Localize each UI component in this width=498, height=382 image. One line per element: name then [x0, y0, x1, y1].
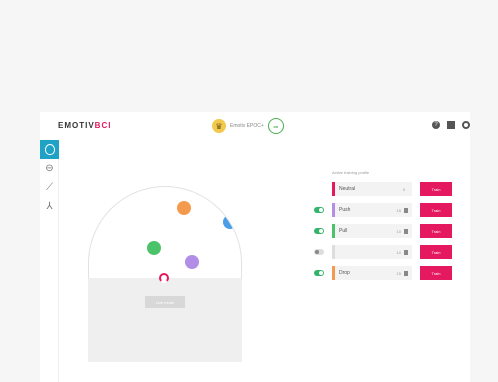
graph-icon: ⟋: [46, 182, 53, 193]
command-level: 15: [396, 207, 401, 213]
train-button[interactable]: Train: [420, 182, 452, 196]
lift-dot: [185, 255, 199, 269]
connection-status-text: on: [273, 123, 279, 129]
command-name: Neutral: [339, 186, 356, 192]
pull-dot: [223, 215, 237, 229]
top-bar: EMOTIVBCI ♛ Emotiv EPOC+ on ?: [40, 112, 470, 140]
sidebar-item-graph[interactable]: ⟋: [40, 178, 59, 197]
command-field[interactable]: Neutral 0: [332, 182, 412, 196]
command-name: Drop: [339, 270, 350, 276]
train-button[interactable]: Train: [420, 245, 452, 259]
push-dot: [177, 201, 191, 215]
logo-accent: BCI: [94, 121, 112, 130]
logo: EMOTIVBCI: [58, 121, 111, 130]
sidebar-item-brain[interactable]: [40, 140, 59, 159]
command-level: 0: [402, 186, 405, 192]
command-toggle: [314, 186, 324, 192]
command-toggle[interactable]: [314, 249, 324, 255]
command-field[interactable]: 10: [332, 245, 412, 259]
train-button[interactable]: Train: [420, 266, 452, 280]
brain-icon: [44, 144, 55, 155]
train-button[interactable]: Train: [420, 203, 452, 217]
center-marker: [159, 273, 169, 283]
command-name: Pull: [339, 228, 348, 234]
trash-icon[interactable]: [404, 228, 408, 234]
command-row: Push 15 Train: [314, 203, 464, 217]
command-toggle[interactable]: [314, 228, 324, 234]
flag-icon[interactable]: [447, 121, 455, 129]
command-row: Drop 15 Train: [314, 266, 464, 280]
command-level: 10: [396, 228, 401, 234]
sidebar-item-network[interactable]: ⅄: [40, 197, 59, 216]
command-field[interactable]: Drop 15: [332, 266, 412, 280]
command-field[interactable]: Pull 10: [332, 224, 412, 238]
drop-dot: [147, 241, 161, 255]
logo-text: EMOTIV: [58, 121, 95, 130]
sidebar-item-helmet[interactable]: ⊖: [40, 159, 59, 178]
help-icon[interactable]: ?: [432, 121, 440, 129]
command-row: Pull 10 Train: [314, 224, 464, 238]
command-toggle[interactable]: [314, 270, 324, 276]
command-toggle[interactable]: [314, 207, 324, 213]
command-level: 10: [396, 249, 401, 255]
sidebar: ⊖ ⟋ ⅄: [40, 140, 59, 382]
trash-icon[interactable]: [404, 270, 408, 276]
device-name: Emotiv EPOC+: [230, 123, 264, 129]
command-field[interactable]: Push 15: [332, 203, 412, 217]
app-window: EMOTIVBCI ♛ Emotiv EPOC+ on ? ⊖ ⟋ ⅄ Live…: [40, 112, 470, 382]
training-stage: Live mode: [88, 186, 242, 366]
command-row: 10 Train: [314, 245, 464, 259]
gear-icon[interactable]: [462, 121, 470, 129]
command-level: 15: [396, 270, 401, 276]
trash-icon[interactable]: [404, 249, 408, 255]
top-icons: ?: [432, 121, 470, 129]
connection-status-icon[interactable]: on: [267, 118, 284, 134]
live-mode-button[interactable]: Live mode: [145, 296, 185, 308]
device-indicator[interactable]: ♛ Emotiv EPOC+ on: [212, 116, 300, 136]
trash-icon[interactable]: [404, 207, 408, 213]
helmet-icon: ⊖: [45, 163, 54, 174]
command-name: Push: [339, 207, 351, 213]
command-dome: [88, 186, 242, 278]
network-icon: ⅄: [46, 201, 53, 212]
panel-title: Active training profile: [332, 170, 370, 175]
command-row: Neutral 0 Train: [314, 182, 464, 196]
headset-icon: ♛: [212, 119, 226, 133]
training-profile-panel: Active training profile Neutral 0 Train Pus…: [314, 170, 464, 287]
stage-floor: [88, 278, 242, 362]
train-button[interactable]: Train: [420, 224, 452, 238]
